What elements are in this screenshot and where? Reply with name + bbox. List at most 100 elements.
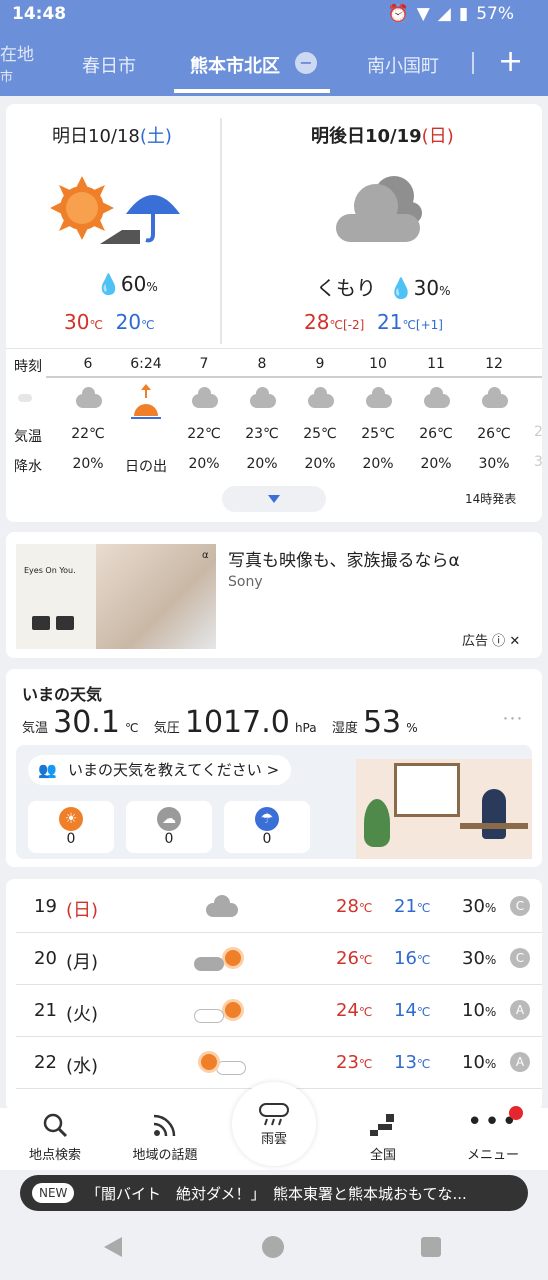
nav-national[interactable]: 全国: [333, 1112, 433, 1163]
nav-search[interactable]: 地点検索: [5, 1112, 105, 1163]
reliability-badge: A: [510, 1052, 530, 1072]
partly-cloudy-sunny-icon: [194, 997, 254, 1027]
new-badge: NEW: [32, 1183, 75, 1203]
tab-kumamoto-kita[interactable]: 熊本市北区: [190, 52, 280, 78]
dayafter-weather: くもり 💧30%: [316, 276, 451, 300]
sunny-then-rain-icon: [50, 176, 180, 244]
partial-cloud-icon: [18, 394, 32, 402]
hour-precip: 20%: [362, 456, 394, 472]
current-weather-title: いまの天気: [22, 685, 103, 704]
home-icon[interactable]: [262, 1236, 284, 1258]
ad-image-baby: α: [96, 544, 216, 649]
alarm-icon: ⏰: [387, 4, 409, 24]
weekly-row[interactable]: 19 (日) 28℃ 21℃ 30% C: [16, 881, 542, 933]
sunny-then-cloudy-icon: [194, 1049, 254, 1079]
weekly-dow: (火): [66, 1004, 99, 1025]
ad-sponsor: Sony: [228, 574, 263, 590]
chevron-down-icon: [268, 495, 280, 503]
vote-button[interactable]: ☂ 0: [224, 801, 310, 853]
hour-temp: 25℃: [361, 426, 395, 442]
back-icon[interactable]: [104, 1237, 122, 1257]
dayafter-temps: 28℃[-2] 21℃[+1]: [304, 310, 443, 334]
news-ticker[interactable]: NEW 「闇バイト 絶対ダメ！」 熊本東署と熊本城おもてな...: [20, 1175, 528, 1211]
hour-precip: 20%: [188, 456, 220, 472]
japan-map-icon: [370, 1114, 394, 1136]
add-location-button[interactable]: +: [498, 44, 523, 79]
weekly-high: 28℃: [336, 896, 373, 917]
hour-temp: 23℃: [245, 426, 279, 442]
weekly-low: 13℃: [394, 1052, 431, 1073]
news-headline[interactable]: 「闇バイト 絶対ダメ！」 熊本東署と熊本城おもてな...: [86, 1183, 467, 1204]
weekly-high: 24℃: [336, 1000, 373, 1021]
close-icon[interactable]: ✕: [509, 634, 520, 649]
tab-kasuga[interactable]: 春日市: [82, 52, 136, 78]
hour-time: 6: [83, 356, 93, 372]
sunrise-icon: [131, 384, 161, 424]
ad-image-left: Eyes On You.: [16, 544, 96, 649]
cloudy-icon: [482, 387, 508, 408]
rainy-vote-icon: ☂: [255, 807, 279, 831]
weekly-day: 20: [34, 948, 57, 969]
raindrop-icon: 💧: [96, 272, 121, 296]
search-icon: [43, 1113, 68, 1138]
vote-button[interactable]: ☀ 0: [28, 801, 114, 853]
weekly-rain: 30%: [462, 896, 497, 917]
tab-partial-label[interactable]: 在地: [0, 40, 34, 65]
more-dots-icon: •••: [466, 1107, 519, 1137]
illustration-room: [356, 759, 532, 859]
forecast-card: 明日10/18(土) 💧60% 30℃ 20℃ 明後日10/19(日) くもり …: [6, 104, 543, 522]
nav-local-topics[interactable]: 地域の話題: [115, 1112, 215, 1163]
rss-icon: [153, 1114, 176, 1137]
weekly-row[interactable]: 20 (月) 26℃ 16℃ 30% C: [16, 933, 542, 985]
hour-time: 12: [485, 356, 503, 372]
ad-title[interactable]: 写真も映像も、家族撮るならα: [228, 546, 460, 571]
hour-precip: 20%: [304, 456, 336, 472]
hour-temp: 22℃: [187, 426, 221, 442]
nav-menu[interactable]: ••• メニュー: [443, 1106, 543, 1163]
cloudy-icon: [366, 387, 392, 408]
weekly-rain: 30%: [462, 948, 497, 969]
person-illustration: [482, 789, 506, 839]
vote-button[interactable]: ☁ 0: [126, 801, 212, 853]
hour-precip: 20%: [420, 456, 452, 472]
recents-icon[interactable]: [421, 1237, 441, 1257]
tab-minamioguni[interactable]: 南小国町: [367, 52, 439, 78]
expand-hourly-button[interactable]: [222, 486, 326, 512]
window-illustration: [394, 763, 460, 817]
hourly-time-label: 時刻: [14, 359, 42, 375]
remove-location-button[interactable]: −: [295, 52, 317, 74]
ad-card[interactable]: Eyes On You. α 写真も映像も、家族撮るならα Sony 広告 ⓘ …: [6, 532, 542, 658]
hour-time: 7: [199, 356, 209, 372]
cloudy-then-sunny-icon: [194, 945, 254, 975]
cloudy-icon: [192, 387, 218, 408]
vote-count: 0: [164, 831, 174, 847]
ad-label: 広告 ⓘ ✕: [462, 634, 521, 649]
info-icon[interactable]: ⓘ: [492, 634, 505, 649]
status-time: 14:48: [12, 4, 67, 24]
weekly-row[interactable]: 21 (火) 24℃ 14℃ 10% A: [16, 985, 542, 1037]
cloudy-icon: [76, 387, 102, 408]
vote-count: 0: [262, 831, 272, 847]
weekly-dow: (月): [66, 952, 99, 973]
camera-icon: [32, 616, 50, 630]
weekly-day: 22: [34, 1052, 57, 1073]
hour-time: 8: [257, 356, 267, 372]
tomorrow-rain: 💧60%: [96, 272, 158, 296]
reliability-badge: A: [510, 1000, 530, 1020]
cloudy-icon: [308, 387, 334, 408]
weekly-row[interactable]: 22 (水) 23℃ 13℃ 10% A: [16, 1037, 542, 1089]
report-weather-button[interactable]: 👥 いまの天気を教えてください >: [28, 755, 292, 785]
cloudy-icon: [424, 387, 450, 408]
weekly-high: 26℃: [336, 948, 373, 969]
weekly-low: 16℃: [394, 948, 431, 969]
sunrise-label: 日の出: [125, 459, 167, 475]
tab-divider: [472, 52, 474, 74]
weekly-card: 19 (日) 28℃ 21℃ 30% C 20 (月) 26℃ 16℃ 30% C 21 (火) 24℃ 14…: [6, 879, 542, 1111]
report-panel: 👥 いまの天気を教えてください > ☀ 0 ☁ 0 ☂ 0: [16, 745, 532, 859]
more-icon[interactable]: ･･･: [502, 709, 523, 729]
reliability-badge: C: [510, 896, 530, 916]
signal-icon: ◢: [437, 4, 451, 24]
nav-radar-button[interactable]: 雨雲: [232, 1082, 316, 1166]
tab-partial-sub: 市: [0, 70, 14, 85]
weekly-rain: 10%: [462, 1000, 497, 1021]
